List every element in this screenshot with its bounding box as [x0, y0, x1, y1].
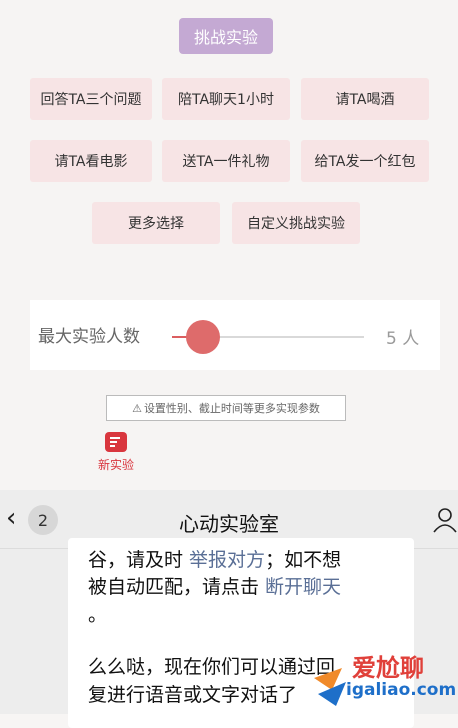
- message-line: 么么哒，现在你们可以通过回: [88, 656, 336, 678]
- more-settings-button[interactable]: ⚠ 设置性别、截止时间等更多实现参数: [106, 395, 346, 421]
- option-red-packet[interactable]: 给TA发一个红包: [301, 140, 429, 182]
- option-movie[interactable]: 请TA看电影: [30, 140, 152, 182]
- option-drink[interactable]: 请TA喝酒: [301, 78, 429, 120]
- option-chat-hour[interactable]: 陪TA聊天1小时: [162, 78, 290, 120]
- document-icon: [105, 432, 127, 452]
- tab-label: 新实验: [97, 458, 134, 472]
- warning-icon: ⚠: [132, 401, 142, 415]
- message-line: 复进行语音或文字对话了: [88, 684, 298, 706]
- profile-icon[interactable]: [432, 506, 458, 534]
- option-custom[interactable]: 自定义挑战实验: [232, 202, 360, 244]
- message-line: 谷，请及时 举报对方；如不想: [88, 549, 342, 571]
- watermark-url: igaliao.com: [346, 680, 457, 700]
- chat-title: 心动实验室: [179, 512, 279, 536]
- watermark-text: 爱尬聊: [352, 654, 424, 682]
- option-more[interactable]: 更多选择: [92, 202, 220, 244]
- disconnect-link[interactable]: 断开聊天: [265, 576, 341, 598]
- challenge-button[interactable]: 挑战实验: [179, 18, 273, 54]
- option-answer-questions[interactable]: 回答TA三个问题: [30, 78, 152, 120]
- message-line: 被自动匹配，请点击 断开聊天: [88, 576, 342, 598]
- option-gift[interactable]: 送TA一件礼物: [162, 140, 290, 182]
- max-people-label: 最大实验人数: [38, 327, 140, 347]
- slider-thumb[interactable]: [185, 320, 220, 354]
- report-link[interactable]: 举报对方: [189, 549, 265, 571]
- slider-value: 5 人: [386, 329, 420, 349]
- more-settings-label: 设置性别、截止时间等更多实现参数: [143, 402, 320, 415]
- tab-new-experiment[interactable]: 新实验: [88, 428, 144, 473]
- message-line: 。: [88, 604, 108, 626]
